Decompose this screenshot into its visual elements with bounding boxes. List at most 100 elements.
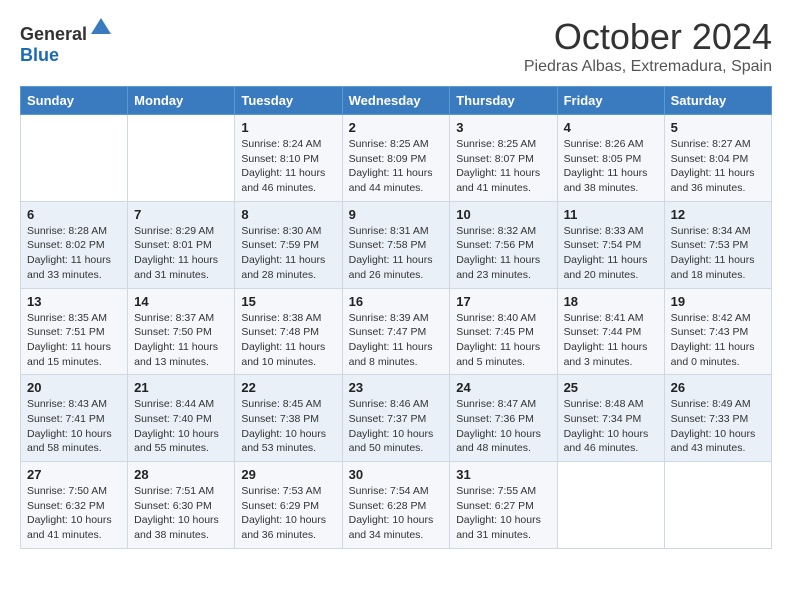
- day-cell: 20Sunrise: 8:43 AM Sunset: 7:41 PM Dayli…: [21, 375, 128, 462]
- day-cell: 12 Sunrise: 8:34 AM Sunset: 7:53 PM Dayli…: [664, 201, 771, 288]
- logo-blue: Blue: [20, 45, 59, 65]
- day-info: Sunrise: 8:45 AM Sunset: 7:38 PM Dayligh…: [241, 397, 335, 456]
- header-cell-friday: Friday: [557, 87, 664, 115]
- week-row-1: 6Sunrise: 8:28 AM Sunset: 8:02 PM Daylig…: [21, 201, 772, 288]
- day-number: 9: [349, 207, 444, 222]
- day-number: 19: [671, 294, 765, 309]
- day-cell: 3Sunrise: 8:25 AM Sunset: 8:07 PM Daylig…: [450, 115, 557, 202]
- day-number: 21: [134, 380, 228, 395]
- day-info: Sunrise: 8:48 AM Sunset: 7:34 PM Dayligh…: [564, 397, 658, 456]
- day-info: Sunrise: 8:25 AM Sunset: 8:07 PM Dayligh…: [456, 137, 550, 196]
- day-cell: 6Sunrise: 8:28 AM Sunset: 8:02 PM Daylig…: [21, 201, 128, 288]
- day-cell: 7 Sunrise: 8:29 AM Sunset: 8:01 PM Daylig…: [128, 201, 235, 288]
- day-cell: 29 Sunrise: 7:53 AM Sunset: 6:29 PM Dayli…: [235, 462, 342, 549]
- day-number: 28: [134, 467, 228, 482]
- logo-icon: [89, 16, 113, 40]
- header-row: SundayMondayTuesdayWednesdayThursdayFrid…: [21, 87, 772, 115]
- header-cell-saturday: Saturday: [664, 87, 771, 115]
- day-number: 14: [134, 294, 228, 309]
- day-cell: 8 Sunrise: 8:30 AM Sunset: 7:59 PM Daylig…: [235, 201, 342, 288]
- calendar-body: 1Sunrise: 8:24 AM Sunset: 8:10 PM Daylig…: [21, 115, 772, 549]
- day-cell: [557, 462, 664, 549]
- day-cell: 17 Sunrise: 8:40 AM Sunset: 7:45 PM Dayli…: [450, 288, 557, 375]
- day-cell: [664, 462, 771, 549]
- logo-general: General: [20, 24, 87, 44]
- day-info: Sunrise: 8:47 AM Sunset: 7:36 PM Dayligh…: [456, 397, 550, 456]
- day-info: Sunrise: 8:34 AM Sunset: 7:53 PM Dayligh…: [671, 224, 765, 283]
- day-cell: 13 Sunrise: 8:35 AM Sunset: 7:51 PM Dayli…: [21, 288, 128, 375]
- day-info: Sunrise: 8:28 AM Sunset: 8:02 PM Dayligh…: [27, 224, 121, 283]
- day-info: Sunrise: 8:43 AM Sunset: 7:41 PM Dayligh…: [27, 397, 121, 456]
- logo: General Blue: [20, 16, 113, 66]
- day-info: Sunrise: 8:29 AM Sunset: 8:01 PM Dayligh…: [134, 224, 228, 283]
- day-number: 26: [671, 380, 765, 395]
- day-cell: 30Sunrise: 7:54 AM Sunset: 6:28 PM Dayli…: [342, 462, 450, 549]
- day-number: 10: [456, 207, 550, 222]
- day-cell: 22Sunrise: 8:45 AM Sunset: 7:38 PM Dayli…: [235, 375, 342, 462]
- header-cell-monday: Monday: [128, 87, 235, 115]
- day-info: Sunrise: 7:54 AM Sunset: 6:28 PM Dayligh…: [349, 484, 444, 543]
- day-cell: 31 Sunrise: 7:55 AM Sunset: 6:27 PM Dayli…: [450, 462, 557, 549]
- day-number: 16: [349, 294, 444, 309]
- day-number: 23: [349, 380, 444, 395]
- day-cell: 4 Sunrise: 8:26 AM Sunset: 8:05 PM Daylig…: [557, 115, 664, 202]
- day-number: 25: [564, 380, 658, 395]
- day-cell: 28 Sunrise: 7:51 AM Sunset: 6:30 PM Dayli…: [128, 462, 235, 549]
- day-cell: 19 Sunrise: 8:42 AM Sunset: 7:43 PM Dayli…: [664, 288, 771, 375]
- day-info: Sunrise: 8:46 AM Sunset: 7:37 PM Dayligh…: [349, 397, 444, 456]
- title-area: October 2024 Piedras Albas, Extremadura,…: [524, 16, 772, 76]
- day-cell: 5Sunrise: 8:27 AM Sunset: 8:04 PM Daylig…: [664, 115, 771, 202]
- day-number: 17: [456, 294, 550, 309]
- day-info: Sunrise: 8:49 AM Sunset: 7:33 PM Dayligh…: [671, 397, 765, 456]
- day-number: 15: [241, 294, 335, 309]
- day-number: 11: [564, 207, 658, 222]
- day-number: 31: [456, 467, 550, 482]
- header-cell-tuesday: Tuesday: [235, 87, 342, 115]
- week-row-2: 13 Sunrise: 8:35 AM Sunset: 7:51 PM Dayli…: [21, 288, 772, 375]
- day-cell: [21, 115, 128, 202]
- day-info: Sunrise: 8:30 AM Sunset: 7:59 PM Dayligh…: [241, 224, 335, 283]
- day-info: Sunrise: 8:26 AM Sunset: 8:05 PM Dayligh…: [564, 137, 658, 196]
- day-info: Sunrise: 7:51 AM Sunset: 6:30 PM Dayligh…: [134, 484, 228, 543]
- header-cell-thursday: Thursday: [450, 87, 557, 115]
- day-number: 13: [27, 294, 121, 309]
- day-number: 12: [671, 207, 765, 222]
- day-info: Sunrise: 8:25 AM Sunset: 8:09 PM Dayligh…: [349, 137, 444, 196]
- day-info: Sunrise: 8:35 AM Sunset: 7:51 PM Dayligh…: [27, 311, 121, 370]
- day-cell: 27Sunrise: 7:50 AM Sunset: 6:32 PM Dayli…: [21, 462, 128, 549]
- day-number: 24: [456, 380, 550, 395]
- day-info: Sunrise: 7:50 AM Sunset: 6:32 PM Dayligh…: [27, 484, 121, 543]
- week-row-3: 20Sunrise: 8:43 AM Sunset: 7:41 PM Dayli…: [21, 375, 772, 462]
- day-number: 18: [564, 294, 658, 309]
- day-info: Sunrise: 8:39 AM Sunset: 7:47 PM Dayligh…: [349, 311, 444, 370]
- day-info: Sunrise: 8:27 AM Sunset: 8:04 PM Dayligh…: [671, 137, 765, 196]
- day-number: 4: [564, 120, 658, 135]
- day-info: Sunrise: 8:40 AM Sunset: 7:45 PM Dayligh…: [456, 311, 550, 370]
- day-info: Sunrise: 8:37 AM Sunset: 7:50 PM Dayligh…: [134, 311, 228, 370]
- header-cell-wednesday: Wednesday: [342, 87, 450, 115]
- day-info: Sunrise: 8:32 AM Sunset: 7:56 PM Dayligh…: [456, 224, 550, 283]
- header: General Blue October 2024 Piedras Albas,…: [20, 16, 772, 76]
- day-info: Sunrise: 8:41 AM Sunset: 7:44 PM Dayligh…: [564, 311, 658, 370]
- day-info: Sunrise: 7:53 AM Sunset: 6:29 PM Dayligh…: [241, 484, 335, 543]
- day-cell: 25 Sunrise: 8:48 AM Sunset: 7:34 PM Dayli…: [557, 375, 664, 462]
- day-info: Sunrise: 8:42 AM Sunset: 7:43 PM Dayligh…: [671, 311, 765, 370]
- day-info: Sunrise: 7:55 AM Sunset: 6:27 PM Dayligh…: [456, 484, 550, 543]
- day-number: 8: [241, 207, 335, 222]
- day-number: 7: [134, 207, 228, 222]
- day-info: Sunrise: 8:33 AM Sunset: 7:54 PM Dayligh…: [564, 224, 658, 283]
- location-title: Piedras Albas, Extremadura, Spain: [524, 58, 772, 76]
- week-row-4: 27Sunrise: 7:50 AM Sunset: 6:32 PM Dayli…: [21, 462, 772, 549]
- day-cell: 26 Sunrise: 8:49 AM Sunset: 7:33 PM Dayli…: [664, 375, 771, 462]
- day-cell: 10 Sunrise: 8:32 AM Sunset: 7:56 PM Dayli…: [450, 201, 557, 288]
- day-cell: 1Sunrise: 8:24 AM Sunset: 8:10 PM Daylig…: [235, 115, 342, 202]
- day-cell: [128, 115, 235, 202]
- day-number: 2: [349, 120, 444, 135]
- month-title: October 2024: [524, 16, 772, 58]
- calendar-table: SundayMondayTuesdayWednesdayThursdayFrid…: [20, 86, 772, 549]
- day-number: 1: [241, 120, 335, 135]
- day-cell: 2 Sunrise: 8:25 AM Sunset: 8:09 PM Daylig…: [342, 115, 450, 202]
- day-cell: 24 Sunrise: 8:47 AM Sunset: 7:36 PM Dayli…: [450, 375, 557, 462]
- day-number: 29: [241, 467, 335, 482]
- calendar-header: SundayMondayTuesdayWednesdayThursdayFrid…: [21, 87, 772, 115]
